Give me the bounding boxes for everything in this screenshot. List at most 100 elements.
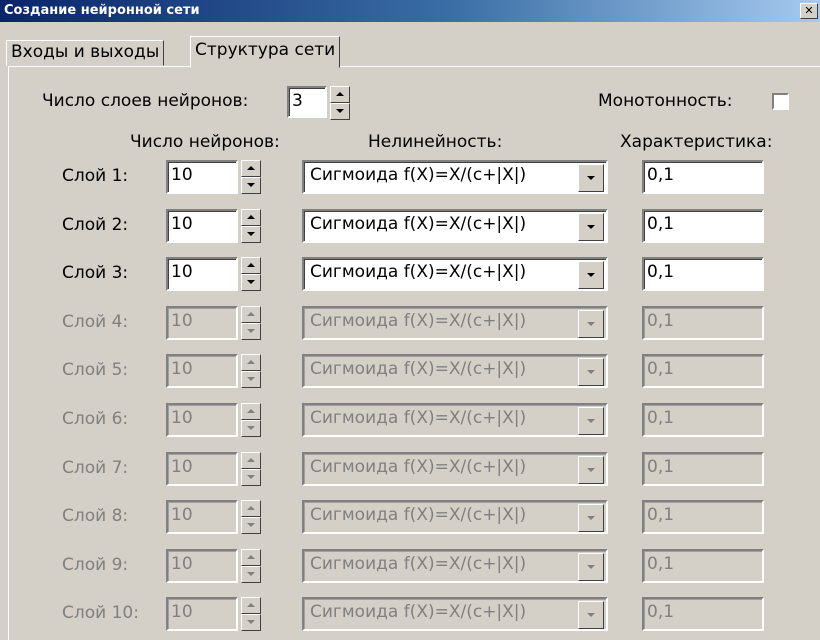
nonlinearity-dropdown[interactable]: Сигмоида f(X)=X/(c+|X|) <box>302 354 608 388</box>
nonlinearity-dropdown[interactable]: Сигмоида f(X)=X/(c+|X|) <box>302 403 608 437</box>
monotonic-label: Монотонность: <box>598 91 733 111</box>
dropdown-button[interactable] <box>578 358 604 386</box>
spin-up-button[interactable] <box>241 209 261 226</box>
nonlinearity-dropdown[interactable]: Сигмоида f(X)=X/(c+|X|) <box>302 549 608 583</box>
spin-up-button[interactable] <box>241 354 261 371</box>
characteristic-input[interactable]: 0,1 <box>642 306 764 340</box>
dropdown-button[interactable] <box>578 261 604 289</box>
neurons-input[interactable]: 10 <box>166 597 238 631</box>
nonlinearity-value: Сигмоида f(X)=X/(c+|X|) <box>310 262 527 282</box>
dropdown-button[interactable] <box>578 310 604 338</box>
neurons-input[interactable]: 10 <box>166 403 238 437</box>
dropdown-button[interactable] <box>578 553 604 581</box>
characteristic-input[interactable]: 0,1 <box>642 354 764 388</box>
spin-down-button[interactable] <box>241 371 261 388</box>
nonlinearity-dropdown[interactable]: Сигмоида f(X)=X/(c+|X|) <box>302 500 608 534</box>
arrow-down-icon <box>247 329 255 333</box>
nonlinearity-dropdown[interactable]: Сигмоида f(X)=X/(c+|X|) <box>302 306 608 340</box>
characteristic-input[interactable]: 0,1 <box>642 160 764 194</box>
neurons-input[interactable]: 10 <box>166 209 238 243</box>
nonlinearity-dropdown[interactable]: Сигмоида f(X)=X/(c+|X|) <box>302 452 608 486</box>
neurons-input[interactable]: 10 <box>166 452 238 486</box>
nonlinearity-dropdown[interactable]: Сигмоида f(X)=X/(c+|X|) <box>302 257 608 291</box>
dropdown-button[interactable] <box>578 456 604 484</box>
neurons-input[interactable]: 10 <box>166 257 238 291</box>
arrow-up-icon <box>247 312 255 316</box>
chevron-down-icon <box>587 273 595 277</box>
spin-down-button[interactable] <box>241 566 261 583</box>
dropdown-button[interactable] <box>578 504 604 532</box>
tab-network-structure[interactable]: Структура сети <box>190 36 341 68</box>
characteristic-input[interactable]: 0,1 <box>642 500 764 534</box>
arrow-down-icon <box>247 572 255 576</box>
spin-down-button[interactable] <box>241 420 261 437</box>
arrow-down-icon <box>247 475 255 479</box>
nonlinearity-value: Сигмоида f(X)=X/(c+|X|) <box>310 602 527 622</box>
nonlinearity-dropdown[interactable]: Сигмоида f(X)=X/(c+|X|) <box>302 160 608 194</box>
characteristic-input[interactable]: 0,1 <box>642 452 764 486</box>
spin-down-button[interactable] <box>241 226 261 243</box>
header-nonlinearity: Нелинейность: <box>368 132 503 152</box>
arrow-up-icon <box>247 409 255 413</box>
spin-down-button[interactable] <box>241 177 261 194</box>
spin-up-button[interactable] <box>330 86 350 103</box>
nonlinearity-value: Сигмоида f(X)=X/(c+|X|) <box>310 165 527 185</box>
spin-up-button[interactable] <box>241 452 261 469</box>
spin-up-button[interactable] <box>241 549 261 566</box>
neurons-input[interactable]: 10 <box>166 549 238 583</box>
neurons-spinner[interactable] <box>241 403 261 437</box>
neurons-spinner[interactable] <box>241 549 261 583</box>
monotonic-checkbox[interactable] <box>772 93 789 110</box>
spin-down-button[interactable] <box>241 323 261 340</box>
neurons-input[interactable]: 10 <box>166 354 238 388</box>
layer-count-spinner[interactable] <box>330 86 350 120</box>
neurons-input[interactable]: 10 <box>166 306 238 340</box>
neurons-input[interactable]: 10 <box>166 500 238 534</box>
nonlinearity-value: Сигмоида f(X)=X/(c+|X|) <box>310 408 527 428</box>
characteristic-input[interactable]: 0,1 <box>642 257 764 291</box>
arrow-down-icon <box>247 280 255 284</box>
characteristic-input[interactable]: 0,1 <box>642 403 764 437</box>
neurons-spinner[interactable] <box>241 452 261 486</box>
spin-down-button[interactable] <box>241 274 261 291</box>
spin-up-button[interactable] <box>241 160 261 177</box>
dropdown-button[interactable] <box>578 164 604 192</box>
layer-label: Слой 10: <box>62 603 139 623</box>
spin-up-button[interactable] <box>241 306 261 323</box>
spin-up-button[interactable] <box>241 403 261 420</box>
neurons-spinner[interactable] <box>241 500 261 534</box>
layer-count-input[interactable]: 3 <box>287 86 327 118</box>
neurons-spinner[interactable] <box>241 354 261 388</box>
arrow-up-icon <box>336 92 344 96</box>
neurons-spinner[interactable] <box>241 209 261 243</box>
spin-down-button[interactable] <box>241 469 261 486</box>
chevron-down-icon <box>587 176 595 180</box>
neurons-spinner[interactable] <box>241 257 261 291</box>
neurons-spinner[interactable] <box>241 306 261 340</box>
spin-down-button[interactable] <box>241 614 261 631</box>
spin-down-button[interactable] <box>330 103 350 120</box>
spin-up-button[interactable] <box>241 500 261 517</box>
neurons-spinner[interactable] <box>241 597 261 631</box>
spin-down-button[interactable] <box>241 517 261 534</box>
layer-label: Слой 3: <box>62 263 129 283</box>
neurons-input[interactable]: 10 <box>166 160 238 194</box>
dropdown-button[interactable] <box>578 601 604 629</box>
arrow-down-icon <box>247 426 255 430</box>
nonlinearity-value: Сигмоида f(X)=X/(c+|X|) <box>310 311 527 331</box>
characteristic-input[interactable]: 0,1 <box>642 209 764 243</box>
spin-up-button[interactable] <box>241 257 261 274</box>
characteristic-input[interactable]: 0,1 <box>642 597 764 631</box>
nonlinearity-value: Сигмоида f(X)=X/(c+|X|) <box>310 505 527 525</box>
spin-up-button[interactable] <box>241 597 261 614</box>
dropdown-button[interactable] <box>578 213 604 241</box>
close-button[interactable]: ✕ <box>800 3 818 19</box>
nonlinearity-dropdown[interactable]: Сигмоида f(X)=X/(c+|X|) <box>302 209 608 243</box>
tab-inputs-outputs[interactable]: Входы и выходы <box>6 40 165 66</box>
arrow-down-icon <box>247 620 255 624</box>
dropdown-button[interactable] <box>578 407 604 435</box>
neurons-spinner[interactable] <box>241 160 261 194</box>
characteristic-input[interactable]: 0,1 <box>642 549 764 583</box>
nonlinearity-dropdown[interactable]: Сигмоида f(X)=X/(c+|X|) <box>302 597 608 631</box>
layer-label: Слой 9: <box>62 555 129 575</box>
